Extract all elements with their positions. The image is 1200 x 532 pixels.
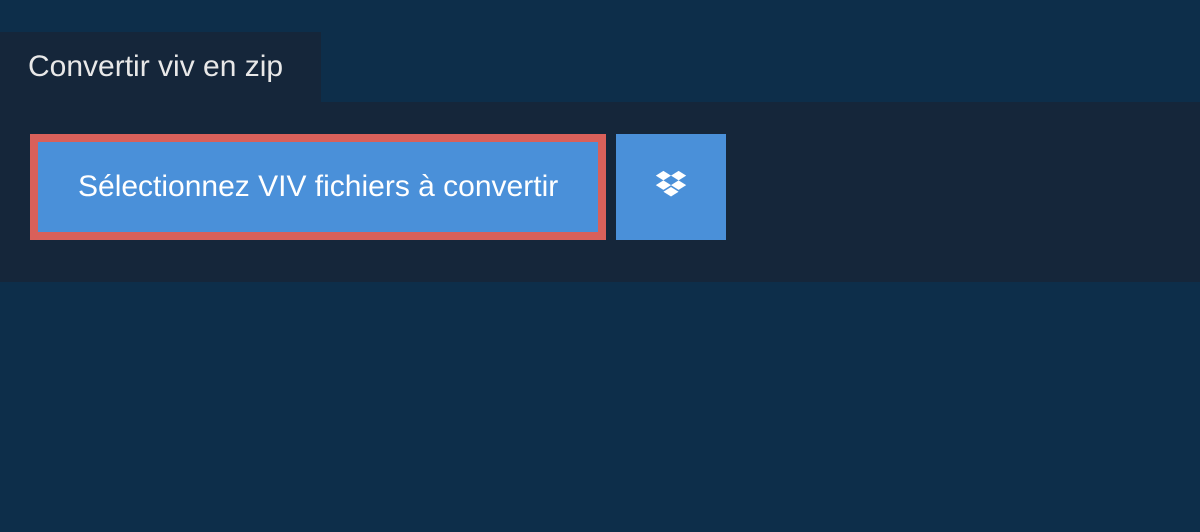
button-row: Sélectionnez VIV fichiers à convertir	[30, 134, 1170, 240]
select-files-button[interactable]: Sélectionnez VIV fichiers à convertir	[30, 134, 606, 240]
main-panel: Sélectionnez VIV fichiers à convertir	[0, 102, 1200, 282]
select-files-label: Sélectionnez VIV fichiers à convertir	[78, 170, 558, 204]
dropbox-icon	[652, 168, 690, 206]
tab-label: Convertir viv en zip	[28, 50, 283, 83]
tab-container: Convertir viv en zip	[0, 32, 1200, 102]
dropbox-button[interactable]	[616, 134, 726, 240]
tab-convert[interactable]: Convertir viv en zip	[0, 32, 321, 102]
